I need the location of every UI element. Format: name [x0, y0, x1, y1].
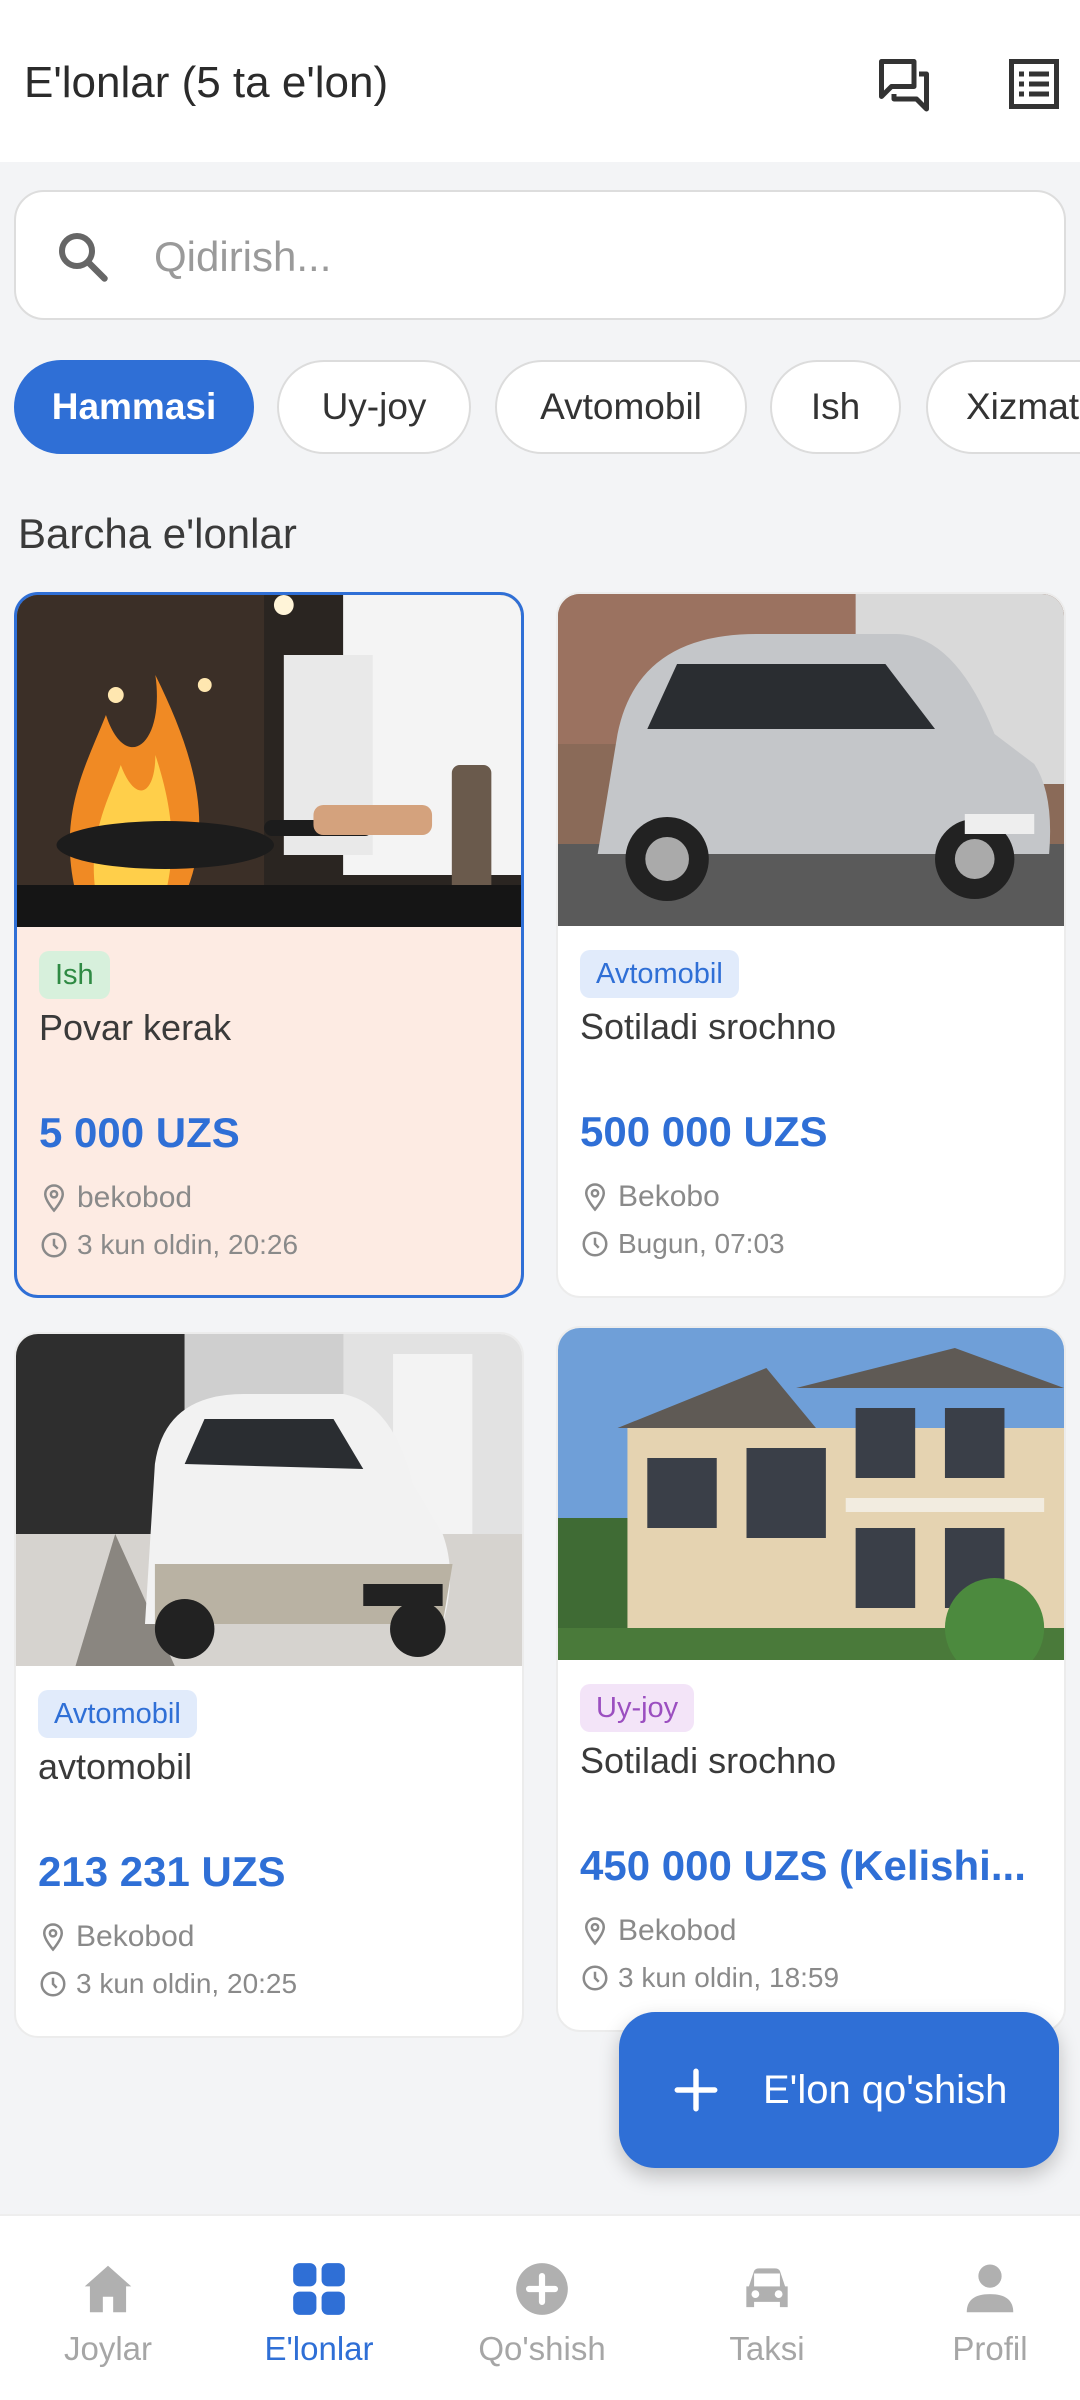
- category-badge: Avtomobil: [580, 950, 739, 998]
- plus-icon: [674, 2068, 718, 2112]
- nav-item-elonlar[interactable]: E'lonlar: [211, 2216, 427, 2400]
- time-text: 3 kun oldin, 20:26: [77, 1229, 299, 1260]
- listing-time: 3 kun oldin, 20:25: [38, 1968, 297, 2000]
- chip-uy-joy[interactable]: Uy-joy: [277, 360, 471, 454]
- clock-icon: [40, 1971, 66, 1997]
- time-text: 3 kun oldin, 20:25: [76, 1968, 298, 1999]
- listing-image-chef: [17, 595, 521, 927]
- listing-price: 5 000 UZS: [39, 1109, 240, 1156]
- bottom-navigation: Joylar E'lonlar Qo'shish Taksi Profil: [0, 2214, 1080, 2400]
- location-text: bekobod: [77, 1181, 193, 1214]
- listing-price: 500 000 UZS: [580, 1108, 828, 1155]
- clock-icon: [41, 1232, 67, 1258]
- nav-item-profil[interactable]: Profil: [882, 2216, 1080, 2400]
- listing-title: avtomobil: [38, 1746, 193, 1787]
- category-badge: Uy-joy: [580, 1684, 695, 1732]
- listing-title: Sotiladi srochno: [580, 1006, 837, 1047]
- category-filter: Hammasi Uy-joy Avtomobil Ish Xizmat: [0, 358, 1080, 458]
- page-title: E'lonlar (5 ta e'lon): [24, 58, 389, 107]
- listing-title: Povar kerak: [39, 1007, 232, 1048]
- clock-icon: [582, 1965, 608, 1991]
- listing-location: bekobod: [39, 1181, 192, 1215]
- taxi-icon: [746, 2268, 788, 2308]
- listing-title: Sotiladi srochno: [580, 1740, 837, 1781]
- nav-label: Joylar: [63, 2330, 153, 2367]
- listing-card[interactable]: Avtomobil Sotiladi srochno 500 000 UZS B…: [556, 592, 1066, 1298]
- listing-time: Bugun, 07:03: [580, 1228, 785, 1260]
- category-badge: Ish: [39, 951, 110, 999]
- listing-time: 3 kun oldin, 20:26: [39, 1229, 298, 1261]
- person-icon: [966, 2264, 1014, 2313]
- nav-label: Profil: [952, 2330, 1028, 2367]
- chip-ish[interactable]: Ish: [770, 360, 901, 454]
- listing-image-house: [558, 1328, 1064, 1660]
- search-icon: [59, 233, 108, 282]
- nav-item-qoshish[interactable]: Qo'shish: [434, 2216, 650, 2400]
- listing-image-silver-car: [558, 594, 1064, 926]
- location-text: Bekobo: [618, 1180, 720, 1213]
- listing-card[interactable]: Ish Povar kerak 5 000 UZS bekobod 3 kun …: [14, 592, 524, 1298]
- location-pin-icon: [43, 1184, 65, 1213]
- location-pin-icon: [584, 1183, 606, 1212]
- listing-location: Bekobod: [580, 1914, 736, 1948]
- listing-location: Bekobo: [580, 1180, 720, 1214]
- section-title: Barcha e'lonlar: [18, 510, 297, 557]
- nav-label: Qo'shish: [478, 2330, 606, 2367]
- time-text: 3 kun oldin, 18:59: [618, 1962, 840, 1993]
- location-pin-icon: [42, 1923, 64, 1952]
- chip-hammasi[interactable]: Hammasi: [14, 360, 254, 454]
- listing-price: 213 231 UZS: [38, 1848, 286, 1895]
- category-badge: Avtomobil: [38, 1690, 197, 1738]
- chip-xizmat[interactable]: Xizmat: [926, 360, 1080, 454]
- nav-label: E'lonlar: [264, 2330, 374, 2367]
- add-listing-button[interactable]: E'lon qo'shish: [619, 2012, 1059, 2168]
- app-bar: E'lonlar (5 ta e'lon): [0, 0, 1080, 162]
- home-icon: [84, 2265, 132, 2313]
- listing-card[interactable]: Uy-joy Sotiladi srochno 450 000 UZS (Kel…: [556, 1326, 1066, 2032]
- list-view-icon[interactable]: [1004, 54, 1064, 114]
- listing-card[interactable]: Avtomobil avtomobil 213 231 UZS Bekobod …: [14, 1332, 524, 2038]
- listing-time: 3 kun oldin, 18:59: [580, 1962, 839, 1994]
- listing-location: Bekobod: [38, 1920, 194, 1954]
- add-listing-label: E'lon qo'shish: [763, 2067, 1008, 2112]
- location-text: Bekobod: [76, 1920, 195, 1953]
- listing-price: 450 000 UZS (Kelishi...: [580, 1842, 1026, 1889]
- search-bar[interactable]: [14, 190, 1066, 320]
- chip-avtomobil[interactable]: Avtomobil: [495, 360, 747, 454]
- nav-label: Taksi: [729, 2330, 805, 2367]
- nav-item-joylar[interactable]: Joylar: [0, 2216, 216, 2400]
- time-text: Bugun, 07:03: [618, 1228, 785, 1259]
- add-circle-icon: [516, 2263, 568, 2315]
- chat-icon[interactable]: [874, 54, 934, 114]
- location-text: Bekobod: [618, 1914, 737, 1947]
- location-pin-icon: [584, 1917, 606, 1946]
- grid-icon: [293, 2263, 345, 2315]
- clock-icon: [582, 1231, 608, 1257]
- nav-item-taksi[interactable]: Taksi: [659, 2216, 875, 2400]
- listing-image-white-car: [16, 1334, 522, 1666]
- search-input[interactable]: [154, 224, 1034, 290]
